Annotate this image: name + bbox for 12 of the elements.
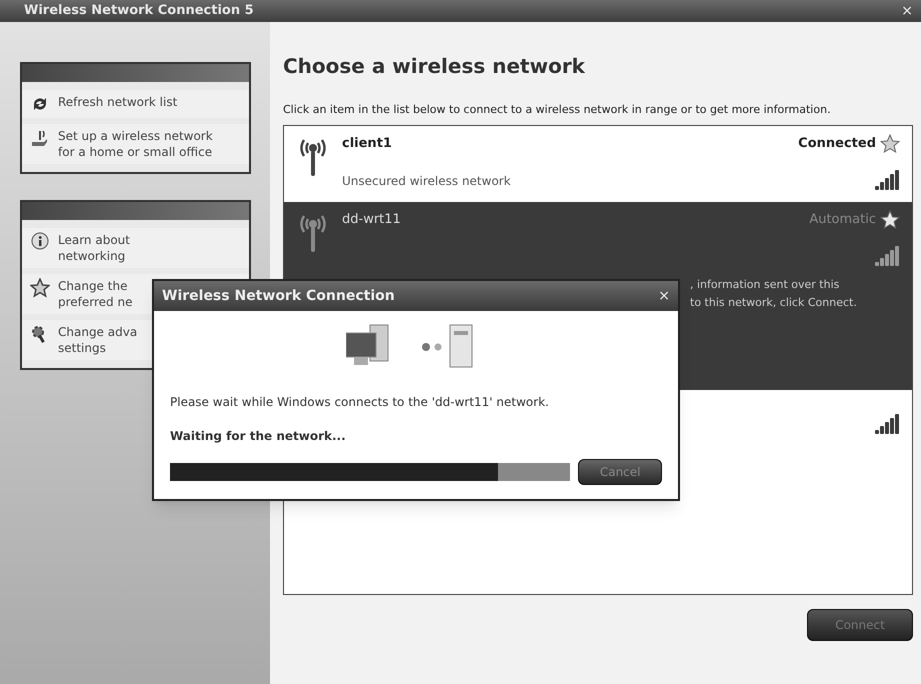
network-status: Automatic (809, 211, 876, 230)
network-name: dd-wrt11 (342, 211, 401, 230)
network-status: Connected (798, 135, 876, 154)
network-details-text: , information sent over this (690, 277, 840, 293)
dialog-message: Please wait while Windows connects to the 'dd-wrt11' network. (170, 394, 550, 411)
security-text: Unsecured wireless network (342, 173, 511, 190)
page-heading: Choose a wireless network (283, 54, 586, 79)
dialog-status: Waiting for the network... (170, 428, 347, 445)
window-title: Wireless Network Connection 5 (24, 2, 254, 20)
network-name: client1 (342, 135, 392, 154)
network-details-text: to this network, click Connect. (690, 295, 858, 311)
instruction-text: Click an item in the list below to connect to a wireless network in range or to get more information. (283, 103, 832, 117)
